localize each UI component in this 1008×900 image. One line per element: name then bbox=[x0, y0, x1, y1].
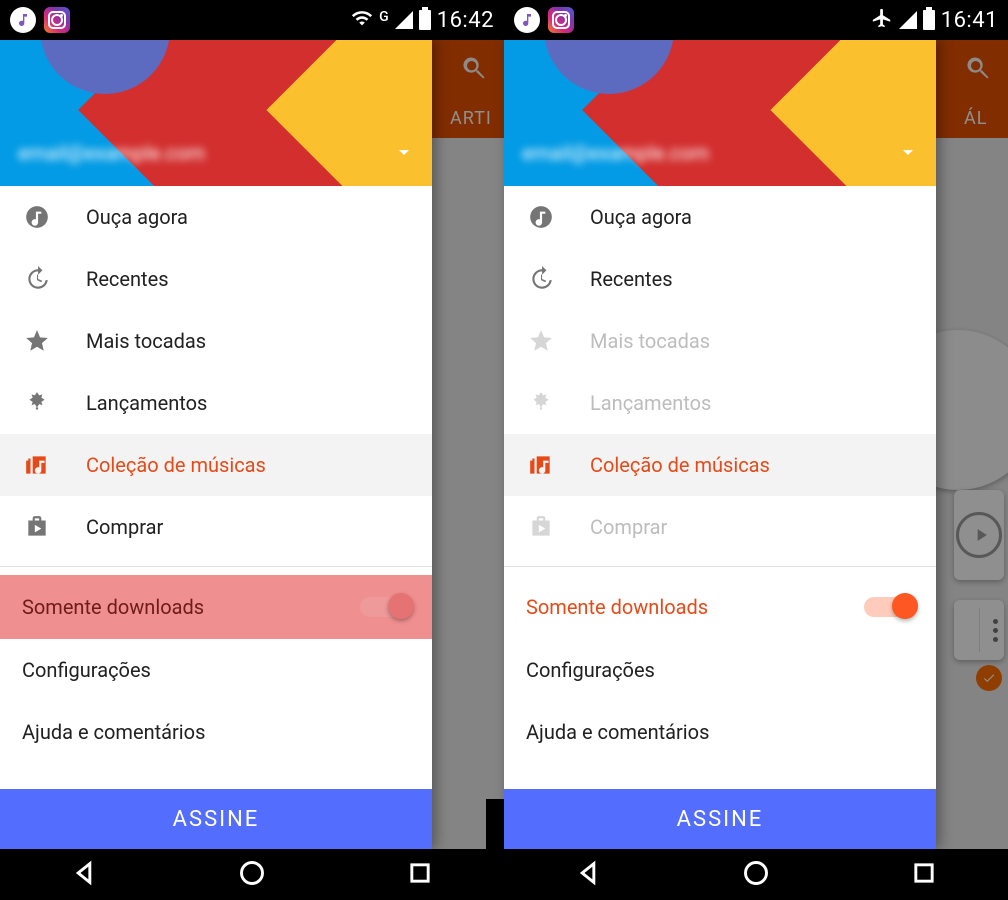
visible-tab-fragment[interactable]: ÁL bbox=[964, 108, 987, 129]
nav-item-settings[interactable]: Configurações bbox=[0, 639, 432, 701]
subscribe-button[interactable]: ASSINE bbox=[504, 789, 936, 849]
status-bar: G 16:42 bbox=[0, 0, 504, 40]
library-icon bbox=[526, 452, 556, 478]
home-button[interactable] bbox=[238, 859, 266, 891]
nav-item-label: Lançamentos bbox=[590, 391, 711, 415]
shop-icon bbox=[526, 514, 556, 540]
system-nav-bar bbox=[504, 849, 1008, 900]
nav-item-label: Coleção de músicas bbox=[86, 453, 266, 477]
subscribe-button[interactable]: ASSINE bbox=[0, 789, 432, 849]
nav-item-releases[interactable]: Lançamentos bbox=[0, 372, 432, 434]
downloads-only-label: Somente downloads bbox=[22, 595, 204, 619]
account-email[interactable]: email@example.com bbox=[18, 138, 386, 168]
nav-item-library[interactable]: Coleção de músicas bbox=[0, 434, 432, 496]
account-email[interactable]: email@example.com bbox=[522, 138, 890, 168]
subscribe-label: ASSINE bbox=[173, 807, 260, 832]
history-icon bbox=[526, 266, 556, 292]
downloads-only-row[interactable]: Somente downloads bbox=[0, 575, 432, 639]
nav-item-buy[interactable]: Comprar bbox=[504, 496, 936, 558]
search-icon[interactable] bbox=[460, 54, 488, 86]
instagram-notification-icon bbox=[548, 7, 574, 33]
downloads-only-row[interactable]: Somente downloads bbox=[504, 575, 936, 639]
nav-item-top-played[interactable]: Mais tocadas bbox=[504, 310, 936, 372]
nav-item-label: Coleção de músicas bbox=[590, 453, 770, 477]
music-note-icon bbox=[526, 204, 556, 230]
nav-item-recent[interactable]: Recentes bbox=[0, 248, 432, 310]
burst-icon bbox=[22, 390, 52, 416]
divider bbox=[504, 566, 936, 567]
back-button[interactable] bbox=[70, 859, 98, 891]
nav-item-label: Ouça agora bbox=[86, 205, 188, 229]
play-icon[interactable] bbox=[956, 512, 1002, 558]
nav-item-label: Comprar bbox=[590, 515, 667, 539]
nav-item-listen-now[interactable]: Ouça agora bbox=[0, 186, 432, 248]
battery-icon bbox=[419, 10, 431, 30]
library-icon bbox=[22, 452, 52, 478]
system-nav-bar bbox=[0, 849, 504, 900]
nav-item-label: Ajuda e comentários bbox=[526, 720, 709, 744]
account-dropdown-icon[interactable] bbox=[896, 140, 920, 168]
nav-item-label: Lançamentos bbox=[86, 391, 207, 415]
cell-signal-icon bbox=[899, 11, 917, 29]
nav-item-label: Ajuda e comentários bbox=[22, 720, 205, 744]
divider bbox=[0, 566, 432, 567]
phone-right: 16:41 ÁL bbox=[504, 0, 1008, 900]
nav-item-top-played[interactable]: Mais tocadas bbox=[0, 310, 432, 372]
home-button[interactable] bbox=[742, 859, 770, 891]
history-icon bbox=[22, 266, 52, 292]
star-icon bbox=[526, 328, 556, 354]
nav-bar-edge bbox=[486, 799, 504, 849]
instagram-notification-icon bbox=[44, 7, 70, 33]
downloads-only-switch[interactable] bbox=[864, 597, 916, 617]
shop-icon bbox=[22, 514, 52, 540]
clock: 16:41 bbox=[941, 8, 998, 33]
subscribe-label: ASSINE bbox=[677, 807, 764, 832]
star-icon bbox=[22, 328, 52, 354]
nav-item-library[interactable]: Coleção de músicas bbox=[504, 434, 936, 496]
navigation-drawer: email@example.com Ouça agora Recentes bbox=[504, 40, 936, 849]
navigation-drawer: email@example.com Ouça agora Recentes bbox=[0, 40, 432, 849]
nav-item-label: Recentes bbox=[590, 267, 673, 291]
nav-item-label: Recentes bbox=[86, 267, 169, 291]
airplane-mode-icon bbox=[871, 7, 893, 34]
music-note-icon bbox=[22, 204, 52, 230]
drawer-header[interactable]: email@example.com bbox=[0, 40, 432, 186]
drawer-header[interactable]: email@example.com bbox=[504, 40, 936, 186]
nav-item-help[interactable]: Ajuda e comentários bbox=[504, 701, 936, 763]
visible-tab-fragment[interactable]: ARTI bbox=[450, 108, 492, 129]
battery-icon bbox=[923, 10, 935, 30]
back-button[interactable] bbox=[574, 859, 602, 891]
nav-item-help[interactable]: Ajuda e comentários bbox=[0, 701, 432, 763]
overflow-icon[interactable] bbox=[993, 619, 998, 642]
nav-item-label: Mais tocadas bbox=[86, 329, 206, 353]
cell-signal-icon bbox=[395, 11, 413, 29]
nav-item-buy[interactable]: Comprar bbox=[0, 496, 432, 558]
pinned-badge-icon bbox=[976, 665, 1002, 691]
music-notification-icon bbox=[514, 7, 540, 33]
status-bar: 16:41 bbox=[504, 0, 1008, 40]
nav-item-listen-now[interactable]: Ouça agora bbox=[504, 186, 936, 248]
downloads-only-label: Somente downloads bbox=[526, 595, 708, 619]
nav-item-settings[interactable]: Configurações bbox=[504, 639, 936, 701]
search-icon[interactable] bbox=[964, 54, 992, 86]
clock: 16:42 bbox=[437, 8, 494, 33]
burst-icon bbox=[526, 390, 556, 416]
nav-item-label: Configurações bbox=[22, 658, 151, 682]
account-dropdown-icon[interactable] bbox=[392, 140, 416, 168]
nav-item-label: Configurações bbox=[526, 658, 655, 682]
recents-button[interactable] bbox=[406, 859, 434, 891]
music-notification-icon bbox=[10, 7, 36, 33]
track-card[interactable] bbox=[954, 600, 1004, 660]
nav-item-label: Ouça agora bbox=[590, 205, 692, 229]
nav-item-releases[interactable]: Lançamentos bbox=[504, 372, 936, 434]
nav-item-recent[interactable]: Recentes bbox=[504, 248, 936, 310]
nav-item-label: Comprar bbox=[86, 515, 163, 539]
wifi-icon bbox=[351, 7, 373, 34]
phone-left: G 16:42 ARTI bbox=[0, 0, 504, 900]
network-type-indicator: G bbox=[379, 9, 389, 25]
downloads-only-switch[interactable] bbox=[360, 597, 412, 617]
recents-button[interactable] bbox=[910, 859, 938, 891]
play-card[interactable] bbox=[954, 490, 1004, 580]
nav-item-label: Mais tocadas bbox=[590, 329, 710, 353]
